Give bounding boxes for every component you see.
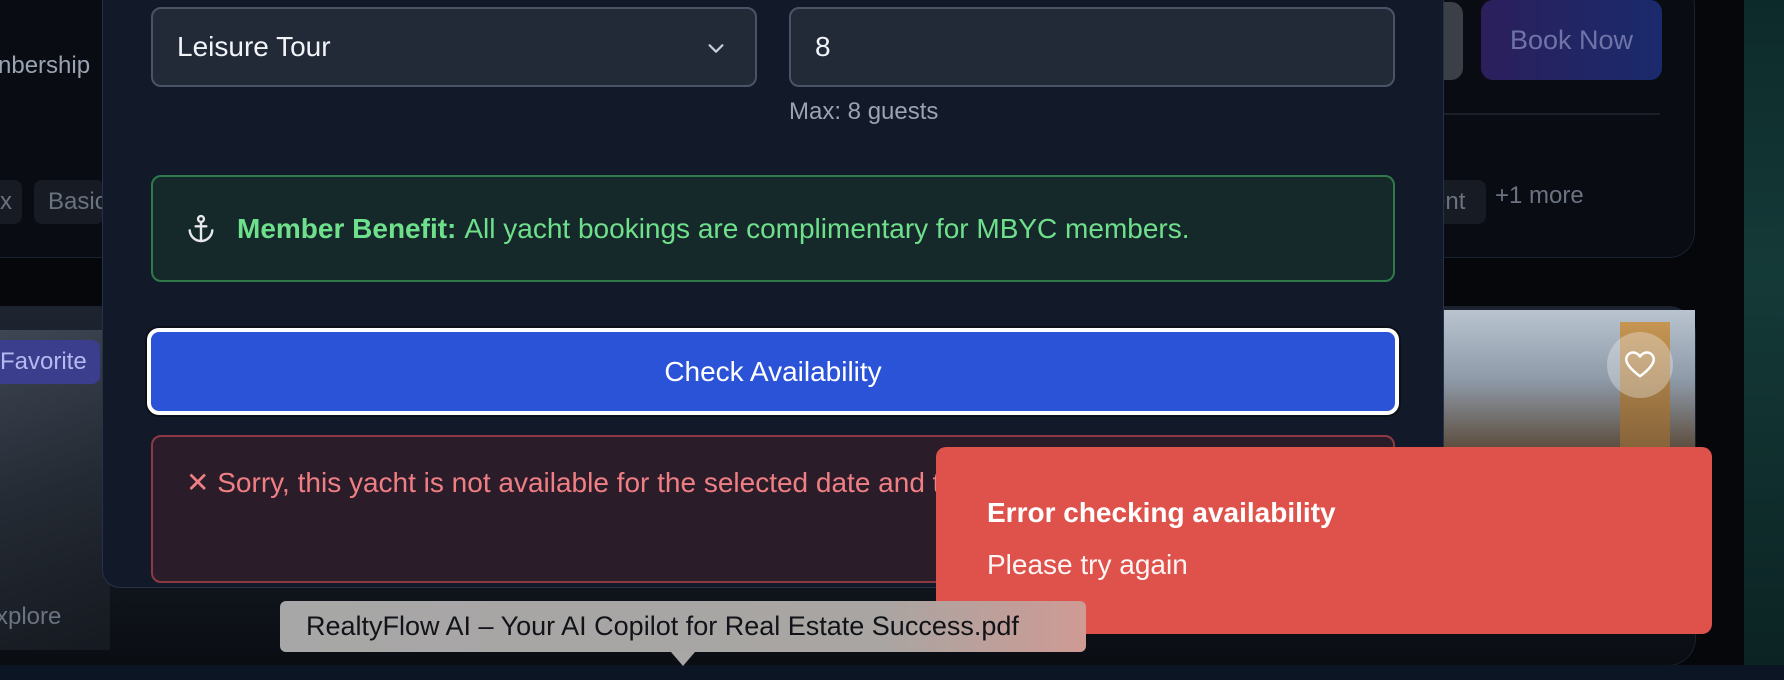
tour-type-value: Leisure Tour — [177, 31, 331, 62]
member-benefit-banner: Member Benefit: All yacht bookings are c… — [151, 175, 1395, 282]
more-tags-label: +1 more — [1495, 182, 1584, 209]
heart-icon — [1625, 351, 1655, 378]
background-membership-text: nbership — [0, 52, 91, 79]
chevron-down-icon — [708, 44, 724, 53]
background-bottom-band — [0, 665, 1784, 680]
toast-title: Error checking availability — [987, 497, 1336, 528]
explore-link[interactable]: xplore — [0, 603, 61, 631]
background-divider — [1440, 113, 1660, 115]
background-chip: x — [0, 180, 22, 224]
guests-hint: Max: 8 guests — [789, 98, 939, 125]
background-chip: Basic — [34, 180, 104, 224]
background-sea-image — [1744, 0, 1784, 680]
member-benefit-text: All yacht bookings are complimentary for… — [464, 212, 1190, 244]
guests-input[interactable]: 8 — [789, 7, 1395, 87]
anchor-icon — [185, 213, 217, 245]
tour-type-select[interactable]: Leisure Tour — [151, 7, 757, 87]
tooltip-tail — [671, 652, 695, 666]
check-availability-button[interactable]: Check Availability — [147, 328, 1399, 415]
member-benefit-label: Member Benefit: — [237, 212, 457, 244]
file-tooltip: RealtyFlow AI – Your AI Copilot for Real… — [280, 601, 1086, 652]
toast-description: Please try again — [987, 549, 1188, 580]
screen: nbership Book Now x Basic ent +1 more Fa… — [0, 0, 1784, 680]
book-now-button[interactable]: Book Now — [1481, 0, 1662, 80]
favorite-heart-button[interactable] — [1607, 332, 1673, 398]
favorite-badge: Favorite — [0, 340, 100, 384]
